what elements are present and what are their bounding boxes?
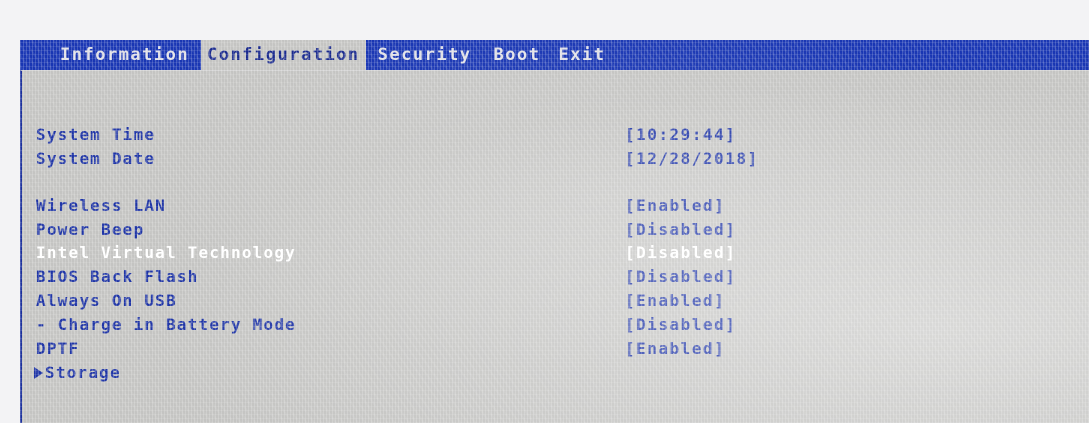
tab-boot[interactable]: Boot [488,40,547,70]
setting-power-beep-value[interactable]: [Disabled] [625,220,736,239]
setting-system-date-label[interactable]: System Date [36,149,155,168]
setting-bios-back-flash-value[interactable]: [Disabled] [625,267,736,286]
tab-configuration[interactable]: Configuration [201,40,366,70]
photo-background: Information Configuration Security Boot … [0,0,1089,423]
tab-security[interactable]: Security [372,40,478,70]
setting-wireless-lan-value[interactable]: [Enabled] [625,196,725,215]
configuration-panel: System Time [10:29:44] System Date [12/2… [20,70,1089,423]
bios-screen: Information Configuration Security Boot … [20,40,1089,423]
setting-dptf-value[interactable]: [Enabled] [625,339,725,358]
submenu-storage-label: Storage [45,363,121,382]
setting-system-time-label[interactable]: System Time [36,125,155,144]
setting-charge-in-battery-mode-value[interactable]: [Disabled] [625,315,736,334]
tab-exit[interactable]: Exit [553,40,612,70]
submenu-storage[interactable]: Storage [34,363,121,382]
setting-bios-back-flash-label[interactable]: BIOS Back Flash [36,267,199,286]
setting-system-date-value[interactable]: [12/28/2018] [625,149,759,168]
setting-system-time-value[interactable]: [10:29:44] [625,125,736,144]
setting-dptf-label[interactable]: DPTF [36,339,79,358]
submenu-arrow-icon [34,367,43,379]
bios-menubar: Information Configuration Security Boot … [20,40,1089,70]
tab-information[interactable]: Information [54,40,195,70]
setting-power-beep-label[interactable]: Power Beep [36,220,144,239]
setting-charge-in-battery-mode-label[interactable]: - Charge in Battery Mode [36,315,296,334]
setting-always-on-usb-label[interactable]: Always On USB [36,291,177,310]
setting-always-on-usb-value[interactable]: [Enabled] [625,291,725,310]
setting-intel-virtual-technology-value[interactable]: [Disabled] [625,243,736,262]
setting-wireless-lan-label[interactable]: Wireless LAN [36,196,166,215]
setting-intel-virtual-technology-label[interactable]: Intel Virtual Technology [36,243,296,262]
